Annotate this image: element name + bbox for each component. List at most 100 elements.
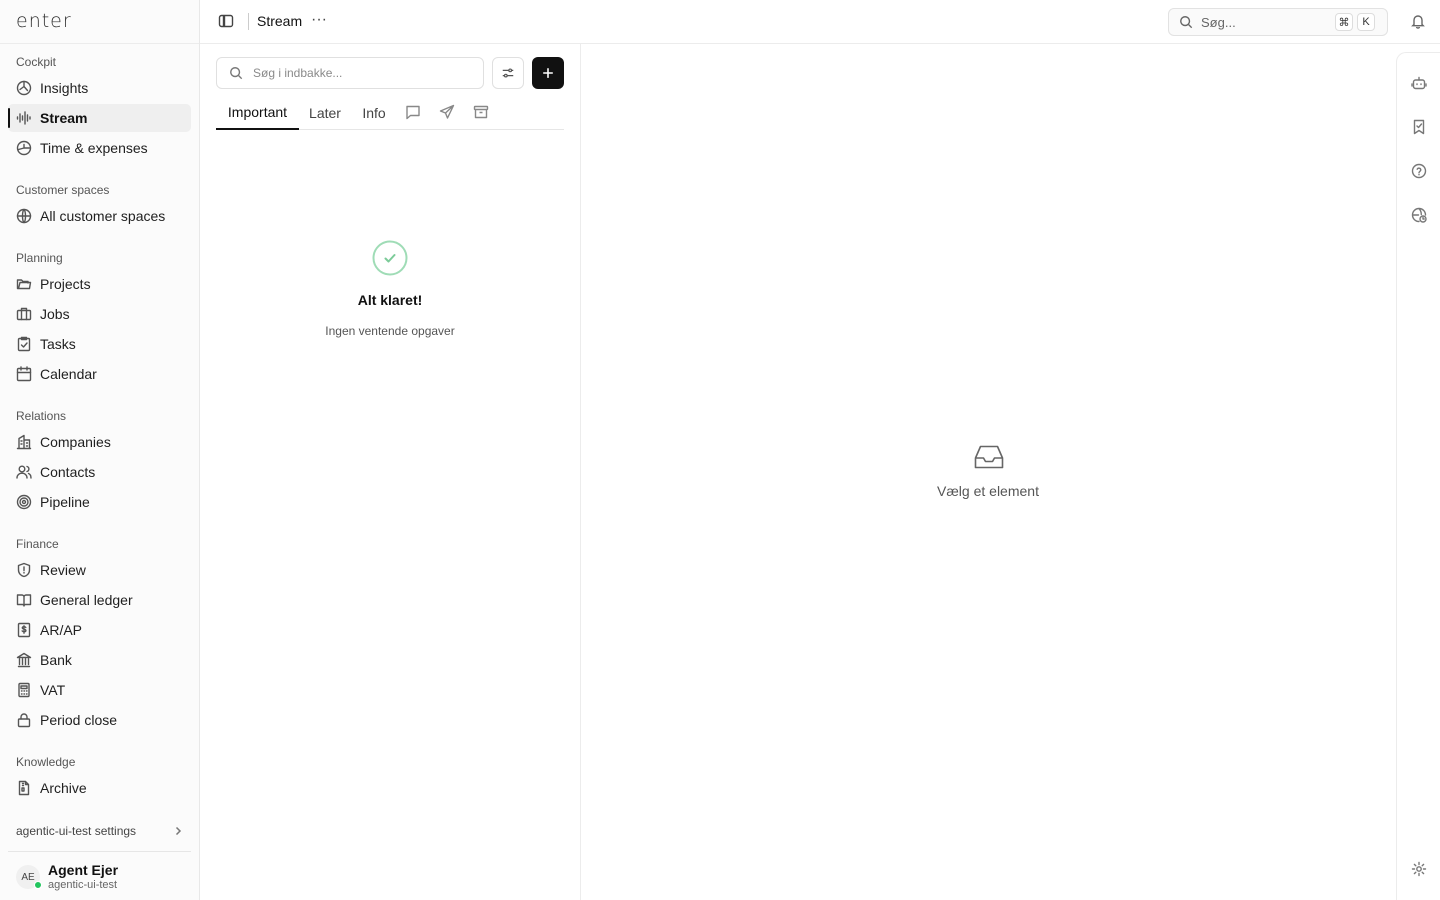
sidebar-item-insights[interactable]: Insights <box>8 74 191 102</box>
tab-important[interactable]: Important <box>216 96 299 130</box>
inbox-panel: Important Later Info Alt klaret! Ingen v… <box>200 44 581 900</box>
sidebar-item-jobs[interactable]: Jobs <box>8 300 191 328</box>
detail-empty-text: Vælg et element <box>937 483 1039 499</box>
avatar: AE <box>16 865 42 889</box>
tab-archive[interactable] <box>473 104 489 120</box>
notifications-button[interactable] <box>1410 13 1426 29</box>
bank-icon <box>16 652 32 668</box>
sidebar-item-time-expenses[interactable]: Time & expenses <box>8 134 191 162</box>
sidebar-item-label: Insights <box>40 80 89 96</box>
briefcase-icon <box>16 306 32 322</box>
help-icon <box>1411 163 1427 179</box>
inbox-search-input[interactable] <box>253 66 473 80</box>
tab-messages[interactable] <box>405 104 421 120</box>
global-search-input[interactable]: Søg... ⌘ K <box>1168 8 1388 36</box>
avatar-initials: AE <box>21 871 35 883</box>
bookmark-icon <box>1413 119 1425 135</box>
timezone-button[interactable] <box>1411 207 1427 223</box>
inbox-tray-icon <box>973 443 1005 471</box>
time-expenses-icon <box>16 140 32 156</box>
bookmarks-button[interactable] <box>1411 119 1427 135</box>
sidebar-item-review[interactable]: Review <box>8 556 191 584</box>
sidebar-item-label: All customer spaces <box>40 208 166 224</box>
target-icon <box>16 494 32 510</box>
inbox-search-field[interactable] <box>216 57 484 89</box>
sidebar-item-archive[interactable]: Archive <box>8 774 191 802</box>
sidebar-item-label: VAT <box>40 682 66 698</box>
help-button[interactable] <box>1411 163 1427 179</box>
chevron-right-icon <box>175 826 182 836</box>
sidebar-item-calendar[interactable]: Calendar <box>8 360 191 388</box>
sidebar-item-pipeline[interactable]: Pipeline <box>8 488 191 516</box>
sidebar-item-label: AR/AP <box>40 622 83 638</box>
archive-icon <box>473 105 489 119</box>
top-bar: Stream ··· Søg... ⌘ K <box>200 0 1440 44</box>
stream-icon <box>16 110 32 126</box>
file-archive-icon <box>16 780 32 796</box>
sidebar-item-projects[interactable]: Projects <box>8 270 191 298</box>
sidebar-item-vat[interactable]: VAT <box>8 676 191 704</box>
section-label-customer-spaces: Customer spaces <box>16 183 110 197</box>
plus-icon <box>543 68 553 78</box>
sidebar-item-contacts[interactable]: Contacts <box>8 458 191 486</box>
divider <box>8 851 191 852</box>
section-label-relations: Relations <box>16 409 67 423</box>
shortcut-key-k: K <box>1357 13 1375 31</box>
building-icon <box>16 434 32 450</box>
sidebar-item-label: General ledger <box>40 592 133 608</box>
settings-label: agentic-ui-test settings <box>16 824 137 838</box>
sidebar-item-general-ledger[interactable]: General ledger <box>8 586 191 614</box>
section-label-planning: Planning <box>16 251 63 265</box>
message-icon <box>406 105 420 120</box>
sidebar-item-tasks[interactable]: Tasks <box>8 330 191 358</box>
section-label-knowledge: Knowledge <box>16 755 76 769</box>
sidebar-item-all-customer-spaces[interactable]: All customer spaces <box>8 202 191 230</box>
search-icon <box>230 67 243 80</box>
calculator-icon <box>16 682 32 698</box>
sidebar-item-label: Jobs <box>40 306 70 322</box>
sidebar-item-label: Stream <box>40 110 88 126</box>
sidebar-item-ar-ap[interactable]: AR/AP <box>8 616 191 644</box>
sidebar-item-label: Companies <box>40 434 111 450</box>
receipt-dollar-icon <box>16 622 32 638</box>
settings-button[interactable] <box>1411 861 1427 877</box>
section-label-cockpit: Cockpit <box>16 55 57 69</box>
filter-button[interactable] <box>492 57 524 89</box>
assistant-button[interactable] <box>1411 75 1427 91</box>
search-placeholder: Søg... <box>1201 14 1236 30</box>
sidebar-item-period-close[interactable]: Period close <box>8 706 191 734</box>
app-logo[interactable]: enter <box>16 10 72 32</box>
tab-sent[interactable] <box>439 104 455 120</box>
user-org: agentic-ui-test <box>48 879 118 891</box>
sidebar-item-stream[interactable]: Stream <box>8 104 191 132</box>
book-open-icon <box>16 592 32 608</box>
globe-icon <box>16 208 32 224</box>
insights-icon <box>16 80 32 96</box>
empty-state-title: Alt klaret! <box>357 292 423 308</box>
sidebar-item-label: Calendar <box>40 366 97 382</box>
page-title: Stream <box>257 13 303 29</box>
folder-icon <box>16 276 32 292</box>
sidebar-item-label: Archive <box>40 780 87 796</box>
users-icon <box>16 464 32 480</box>
workspace-settings-link[interactable]: agentic-ui-test settings <box>16 822 184 840</box>
inbox-tabs: Important Later Info <box>216 96 564 130</box>
search-icon <box>1180 16 1193 29</box>
sidebar-toggle-button[interactable] <box>218 13 234 29</box>
sidebar-toggle-icon <box>218 14 234 28</box>
sliders-icon <box>502 68 514 78</box>
user-menu[interactable]: AE Agent Ejer agentic-ui-test <box>16 859 191 895</box>
more-options-button[interactable]: ··· <box>310 12 328 30</box>
shortcut-key-cmd: ⌘ <box>1335 13 1353 31</box>
tab-later[interactable]: Later <box>302 96 348 130</box>
calendar-icon <box>16 366 32 382</box>
tab-info[interactable]: Info <box>356 96 392 130</box>
add-button[interactable] <box>532 57 564 89</box>
sidebar-item-label: Tasks <box>40 336 76 352</box>
empty-state-subtitle: Ingen ventende opgaver <box>325 324 455 338</box>
settings-gear-icon <box>1411 861 1427 877</box>
divider <box>0 43 199 44</box>
sidebar-item-bank[interactable]: Bank <box>8 646 191 674</box>
sidebar-item-label: Pipeline <box>40 494 90 510</box>
sidebar-item-companies[interactable]: Companies <box>8 428 191 456</box>
